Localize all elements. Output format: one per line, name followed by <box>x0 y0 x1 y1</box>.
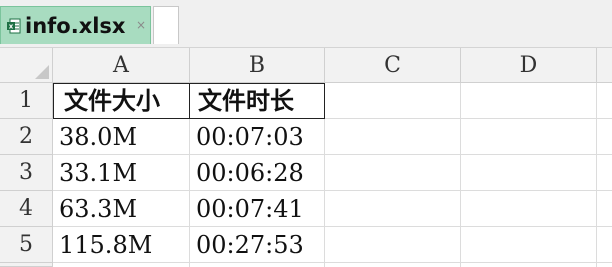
cell-d6[interactable] <box>461 263 597 267</box>
cell-a3[interactable]: 33.1M <box>53 155 190 191</box>
cell-b2[interactable]: 00:07:03 <box>190 119 325 155</box>
excel-file-icon: x <box>7 18 21 34</box>
cell-e5[interactable] <box>597 227 612 263</box>
cell-c3[interactable] <box>325 155 461 191</box>
row-header-3[interactable]: 3 <box>0 155 53 191</box>
close-icon[interactable]: × <box>136 18 146 32</box>
column-header-e[interactable] <box>597 48 612 83</box>
cell-c6[interactable] <box>325 263 461 267</box>
row-header-5[interactable]: 5 <box>0 227 53 263</box>
cell-d2[interactable] <box>461 119 597 155</box>
svg-text:x: x <box>9 23 14 31</box>
cell-a5[interactable]: 115.8M <box>53 227 190 263</box>
column-header-b[interactable]: B <box>190 48 325 83</box>
row-header-1[interactable]: 1 <box>0 83 53 119</box>
cell-d1[interactable] <box>461 83 597 119</box>
column-header-d[interactable]: D <box>461 48 597 83</box>
cell-d5[interactable] <box>461 227 597 263</box>
column-header-c[interactable]: C <box>325 48 461 83</box>
cell-a6[interactable] <box>53 263 190 267</box>
select-all-triangle-icon <box>35 65 49 79</box>
column-header-a[interactable]: A <box>53 48 190 83</box>
cell-b1[interactable]: 文件时长 <box>190 83 325 119</box>
cell-a4[interactable]: 63.3M <box>53 191 190 227</box>
cell-a2[interactable]: 38.0M <box>53 119 190 155</box>
cell-c4[interactable] <box>325 191 461 227</box>
cell-e3[interactable] <box>597 155 612 191</box>
select-all-corner[interactable] <box>0 48 53 83</box>
row-header-6[interactable] <box>0 263 53 267</box>
cell-b5[interactable]: 00:27:53 <box>190 227 325 263</box>
new-tab-button[interactable] <box>153 6 179 44</box>
cell-b6[interactable] <box>190 263 325 267</box>
cell-c1[interactable] <box>325 83 461 119</box>
cell-a1[interactable]: 文件大小 <box>53 83 190 119</box>
cell-e4[interactable] <box>597 191 612 227</box>
tab-title: info.xlsx <box>25 14 126 38</box>
file-tab[interactable]: x info.xlsx × <box>0 6 151 44</box>
row-header-2[interactable]: 2 <box>0 119 53 155</box>
spreadsheet-grid: A B C D 1 2 3 4 5 文件大小 文件时长 38.0M 00:07:… <box>0 48 612 267</box>
cell-e1[interactable] <box>597 83 612 119</box>
cell-c5[interactable] <box>325 227 461 263</box>
cell-c2[interactable] <box>325 119 461 155</box>
cell-e2[interactable] <box>597 119 612 155</box>
cell-d3[interactable] <box>461 155 597 191</box>
cell-b3[interactable]: 00:06:28 <box>190 155 325 191</box>
cell-d4[interactable] <box>461 191 597 227</box>
cell-b4[interactable]: 00:07:41 <box>190 191 325 227</box>
tab-bar: x info.xlsx × <box>0 0 612 48</box>
row-header-4[interactable]: 4 <box>0 191 53 227</box>
